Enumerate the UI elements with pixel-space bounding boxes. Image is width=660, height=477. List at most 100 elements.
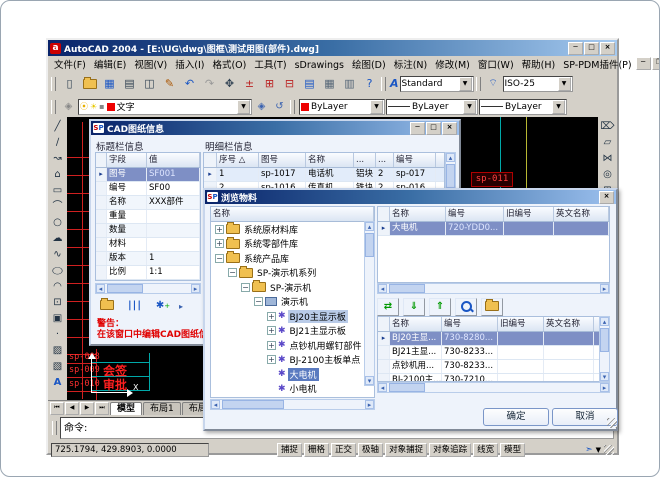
list-grid-hscrollbar[interactable]: ◂▸ [377,382,610,393]
polygon-icon[interactable]: ⌂ [49,167,66,183]
help-icon[interactable]: ? [360,75,379,93]
column-header[interactable]: ... [376,153,394,167]
tree-hscrollbar[interactable]: ◂▸ [210,399,375,410]
toolbar-grip[interactable] [381,77,386,91]
tree-item[interactable]: ✱大电机 [211,367,374,382]
chevron-down-icon[interactable]: ▼ [552,100,565,114]
selected-materials-grid[interactable]: 名称编号旧编号英文名称▸大电机720-YDD0... [377,206,610,283]
menu-item[interactable]: 视图(V) [130,60,171,71]
tab-next-icon[interactable]: ▶ [80,402,94,415]
status-toggle-捕捉[interactable]: 捕捉 [277,443,302,457]
undo-icon[interactable]: ↶ [180,75,199,93]
expand-icon[interactable]: + [267,326,276,335]
spline-icon[interactable]: ∿ [49,247,66,263]
status-toggle-对象追踪[interactable]: 对象追踪 [429,443,471,457]
arc-icon[interactable]: ⌒ [49,199,66,215]
dim-style-combo[interactable]: ISO-25 ▼ [503,76,573,92]
menu-item[interactable]: 文件(F) [50,60,90,71]
insert-block-icon[interactable]: ⊡ [49,295,66,311]
expand-icon[interactable]: + [267,341,276,350]
line-icon[interactable]: ╱ [49,119,66,135]
tool-palettes-icon[interactable]: ▥ [340,75,359,93]
tab-模型[interactable]: 模型 [110,402,142,415]
chevron-down-icon[interactable]: ▼ [237,100,250,114]
mdi-restore-button[interactable]: ❐ [652,57,660,70]
rectangle-icon[interactable]: ▭ [49,183,66,199]
table-row[interactable]: ▸大电机720-YDD0... [378,222,609,236]
text-style-combo[interactable]: Standard ▼ [400,76,474,92]
window-titlebar[interactable]: a AutoCAD 2004 - [E:\UG\dwg\图框\测试用图(部件).… [48,40,617,56]
toolbar-grip[interactable] [290,100,295,114]
menu-item[interactable]: 编辑(E) [90,60,130,71]
offset-icon[interactable]: ◎ [599,167,616,183]
point-icon[interactable]: · [49,327,66,343]
tree-item[interactable]: +系统零部件库 [211,237,374,252]
column-header[interactable]: 旧编号 [504,207,554,221]
status-menu-icon[interactable]: ▼ [596,446,601,454]
ellipse-arc-icon[interactable]: ◠ [49,279,66,295]
menu-item[interactable]: SP-PDM插件(P) [559,60,635,71]
table-row[interactable]: 编号SF00 [96,182,200,196]
menu-item[interactable]: 修改(M) [431,60,474,71]
zoom-window-icon[interactable]: ⊞ [260,75,279,93]
open-folder-icon[interactable] [95,298,119,315]
chevron-down-icon[interactable]: ▼ [463,100,476,114]
make-layer-current-icon[interactable]: ◈ [253,99,270,115]
properties-icon[interactable]: ▤ [300,75,319,93]
construction-line-icon[interactable]: ∕ [49,135,66,151]
column-header[interactable]: 序号 △ [217,153,259,167]
table-row[interactable]: ▸1sp-1017电话机铝块2sp-017 [204,168,444,182]
list-grid-vscrollbar[interactable]: ▴▾ [599,316,610,382]
tree-item[interactable]: −SP-演示机 [211,280,374,295]
column-header[interactable]: 名称 [306,153,354,167]
redo-icon[interactable]: ↷ [200,75,219,93]
titleblock-grid[interactable]: 字段值▸图号SF001编号SF00名称XXX部件重量数量材料版本1比例1:1 [95,152,201,281]
tree-item[interactable]: −演示机 [211,295,374,310]
dialog-close-button[interactable]: × [599,191,614,204]
status-toggle-栅格[interactable]: 栅格 [304,443,329,457]
erase-icon[interactable]: ⌦ [599,119,616,135]
table-row[interactable]: 名称XXX部件 [96,196,200,210]
status-toggle-线宽[interactable]: 线宽 [473,443,498,457]
tree-item[interactable]: ✱小电机 [211,382,374,397]
table-row[interactable]: 重量 [96,210,200,224]
status-toggle-正交[interactable]: 正交 [331,443,356,457]
search-icon[interactable] [455,298,477,316]
add-item-icon[interactable]: ✱+ [151,298,175,315]
expand-icon[interactable]: + [215,225,224,234]
table-row[interactable]: 材料 [96,238,200,252]
tree-item[interactable]: +✱BJ-2100主板单点 [211,353,374,368]
layer-combo[interactable]: ⦿ ☀ ▪ 文字 ▼ [78,99,252,115]
zoom-realtime-icon[interactable]: ± [240,75,259,93]
status-toggle-对象捕捉[interactable]: 对象捕捉 [385,443,427,457]
text-icon[interactable]: A [49,375,66,391]
column-header[interactable]: 英文名称 [554,207,609,221]
tree-item[interactable]: −SP-演示机系列 [211,266,374,281]
column-header[interactable]: 值 [147,153,200,167]
make-block-icon[interactable]: ▣ [49,311,66,327]
dialog-resize-grip[interactable] [607,418,617,428]
download-icon[interactable]: ⇓ [403,298,425,316]
tree-vscrollbar[interactable]: ▴▾ [364,221,375,386]
selected-grid-hscrollbar[interactable]: ◂▸ [377,283,610,294]
lineweight-combo[interactable]: ByLayer ▼ [479,99,567,115]
pan-icon[interactable]: ✥ [220,75,239,93]
table-row[interactable]: 数量 [96,224,200,238]
open-icon[interactable] [80,75,99,93]
column-header[interactable]: 图号 [259,153,306,167]
table-row[interactable]: 点钞机用...730-8233... [378,360,609,374]
collapse-icon[interactable]: − [254,297,263,306]
cad-info-dialog-titlebar[interactable]: SP CAD图纸信息 ─ □ × [91,121,459,135]
revision-cloud-icon[interactable]: ☁ [49,231,66,247]
collapse-icon[interactable]: − [241,283,250,292]
column-header[interactable]: 英文名称 [544,317,594,331]
column-header[interactable]: ... [354,153,376,167]
material-list-grid[interactable]: 名称编号旧编号英文名称▸BJ20主显...730-8280...BJ21主显..… [377,316,610,382]
layer-previous-icon[interactable]: ↺ [271,99,288,115]
transfer-icon[interactable]: ⇄ [377,298,399,316]
menu-item[interactable]: sDrawings [291,60,348,71]
column-header[interactable]: 编号 [394,153,436,167]
menu-item[interactable]: 帮助(H) [518,60,560,71]
table-row[interactable]: ▸BJ20主显...730-8280... [378,332,609,346]
new-icon[interactable]: ▯ [60,75,79,93]
